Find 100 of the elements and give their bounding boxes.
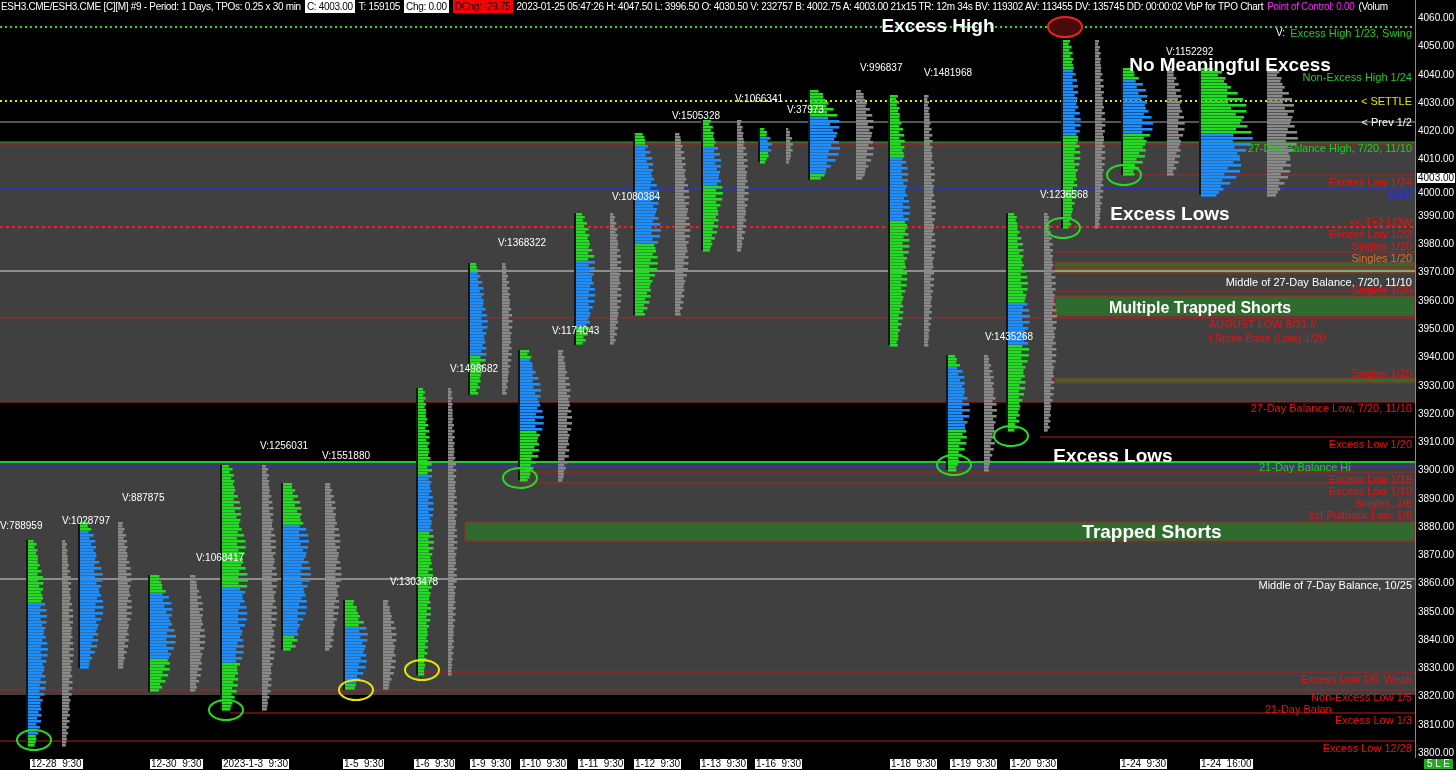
time-label: 1-12 9:30: [634, 759, 682, 769]
level-label: Excess Low 1/24: [1327, 176, 1413, 188]
level-label: 27-Day Balance High, 7/20, 11/10: [1246, 142, 1413, 154]
volume-label: V:1152292: [1166, 47, 1214, 57]
price-tick: 3900.00: [1418, 465, 1455, 476]
price-tick: 3910.00: [1418, 437, 1455, 448]
highlight-ellipse: [338, 679, 374, 701]
price-tick: 3930.00: [1418, 380, 1455, 391]
header-field: C: 4003.00: [304, 0, 355, 13]
header-field: (Volum: [1358, 0, 1388, 13]
annotation: No Meaningful Excess: [1129, 54, 1331, 74]
price-tick: 3980.00: [1418, 239, 1455, 250]
level-label: Singles 1/20: [1350, 367, 1413, 379]
annotation: Excess Lows: [1053, 445, 1173, 465]
time-label: 1-24 9:30: [1120, 759, 1168, 769]
level-label: < SETTLE: [1360, 95, 1412, 107]
level-label: Excess Low 1/23: [1327, 228, 1413, 240]
current-price-label: 4003.00: [1417, 173, 1456, 184]
price-tick: 3870.00: [1418, 550, 1455, 561]
level-label: Non-Excess Low 1/5: [1310, 691, 1413, 703]
level-label: Excess Low 1/20: [1327, 438, 1413, 450]
price-tick: 4010.00: [1418, 154, 1455, 165]
volume-label: V:1256031: [260, 441, 308, 451]
time-label: 1-10 9:30: [520, 759, 568, 769]
price-tick: 3970.00: [1418, 267, 1455, 278]
highlight-ellipse: [208, 699, 244, 721]
level-label: Singles 1/20: [1350, 252, 1413, 264]
highlight-ellipse: [16, 729, 52, 751]
volume-label: V:1551880: [322, 451, 370, 461]
highlight-ellipse: [1047, 16, 1083, 38]
header-field: Point of Control: 0.00: [1267, 0, 1355, 13]
volume-label: V:788959: [0, 521, 43, 531]
level-label: AUGUST LOW 8/31 //: [1208, 318, 1318, 330]
level-label: Singles, 1/6: [1353, 497, 1413, 509]
time-label: 1-18 9:30: [890, 759, 938, 769]
price-tick: 4000.00: [1418, 187, 1455, 198]
price-tick: 4020.00: [1418, 126, 1455, 137]
time-label: 1-6 9:30: [414, 759, 456, 769]
level-label: 1st Pullback Low, 1/6: [1307, 509, 1413, 521]
time-label: 1-5 9:30: [343, 759, 385, 769]
volume-label: V:1028797: [62, 516, 110, 526]
level-label: Middle of 7-Day Balance, 10/25: [1257, 579, 1413, 591]
header-field: Chg: 0.00: [404, 0, 449, 13]
time-label: 12-28 9:30: [30, 759, 83, 769]
time-label: 1-16 9:30: [755, 759, 803, 769]
time-label: 2023-1-3 9:30: [222, 759, 290, 769]
price-tick: 4050.00: [1418, 41, 1455, 52]
highlight-ellipse: [404, 659, 440, 681]
time-label: 12-30 9:30: [150, 759, 203, 769]
time-label: 1-13 9:30: [700, 759, 748, 769]
level-label: Excess Low 1/19: [1327, 473, 1413, 485]
volume-label: V:1498682: [450, 364, 498, 374]
price-tick: 3920.00: [1418, 408, 1455, 419]
level-label: 27-Day Balance Low, 7/20, 11/10: [1249, 402, 1413, 414]
annotation: Excess High: [881, 15, 995, 35]
price-tick: 4060.00: [1418, 13, 1455, 23]
price-tick: 3960.00: [1418, 295, 1455, 306]
price-tick: 3820.00: [1418, 691, 1455, 702]
annotation: Trapped Shorts: [1082, 521, 1222, 541]
volume-label: V:1236568: [1040, 190, 1088, 200]
level-label: Excess High 1/23, Swing: [1289, 27, 1413, 39]
volume-label: V:1505328: [672, 111, 720, 121]
header-field: T: 159105: [358, 0, 401, 13]
price-tick: 3830.00: [1418, 663, 1455, 674]
price-tick: 4030.00: [1418, 97, 1455, 108]
highlight-ellipse: [502, 467, 538, 489]
level-label: I Spike Base (Low) 1/20: [1208, 332, 1327, 344]
price-tick: 3810.00: [1418, 719, 1455, 730]
price-tick: 3940.00: [1418, 352, 1455, 363]
price-tick: 3850.00: [1418, 606, 1455, 617]
level-label: < Prev 1/2: [1360, 116, 1413, 128]
highlight-ellipse: [1106, 164, 1142, 186]
market-profile: [758, 128, 772, 164]
level-label: 4000: [1386, 189, 1413, 201]
level-label: Non-Excess High 1/24: [1302, 71, 1413, 83]
volume-label: V:1481968: [924, 68, 972, 78]
level-label: Excess Low 1/10: [1327, 485, 1413, 497]
price-tick: 4040.00: [1418, 69, 1455, 80]
time-label: 1-9 9:30: [470, 759, 512, 769]
highlight-ellipse: [993, 425, 1029, 447]
volume-label: V:37973: [787, 105, 824, 115]
time-label: 1-11 9:30: [578, 759, 625, 769]
level-label: Excess Low 1/6, Weak: [1299, 673, 1413, 685]
level-label: Excess Low 1/3: [1333, 714, 1413, 726]
header-field: 2023-01-25 05:47:26 H: 4047.50 L: 3996.50 O: 4030.50 V: 232757 B: 4002.75 A: 4003.00 21x15 TR: 12m 34s BV: 119302 AV: 113455 DV: 135745 DD: 00:00:02 VbP for TPO Chart: [516, 0, 1264, 13]
price-tick: 3800.00: [1418, 748, 1455, 758]
highlight-ellipse: [1045, 217, 1081, 239]
volume-label: V:1303478: [390, 577, 438, 587]
time-label: 1-19 9:30: [950, 759, 998, 769]
level-label: Singles 1/20: [1350, 240, 1413, 252]
header-field: DChg: -29.75: [452, 0, 513, 13]
price-tick: 3890.00: [1418, 493, 1455, 504]
volume-label: V:1066341: [735, 94, 783, 104]
volume-label: V:1068417: [196, 553, 244, 563]
highlight-ellipse: [936, 454, 972, 476]
volume-label: V:1174043: [552, 326, 600, 336]
volume-label: V:887875: [122, 493, 165, 503]
volume-label: V:: [1276, 28, 1286, 38]
time-label: 1-24 16:00: [1200, 759, 1253, 769]
level-label: Excess Low 12/28: [1321, 742, 1413, 754]
